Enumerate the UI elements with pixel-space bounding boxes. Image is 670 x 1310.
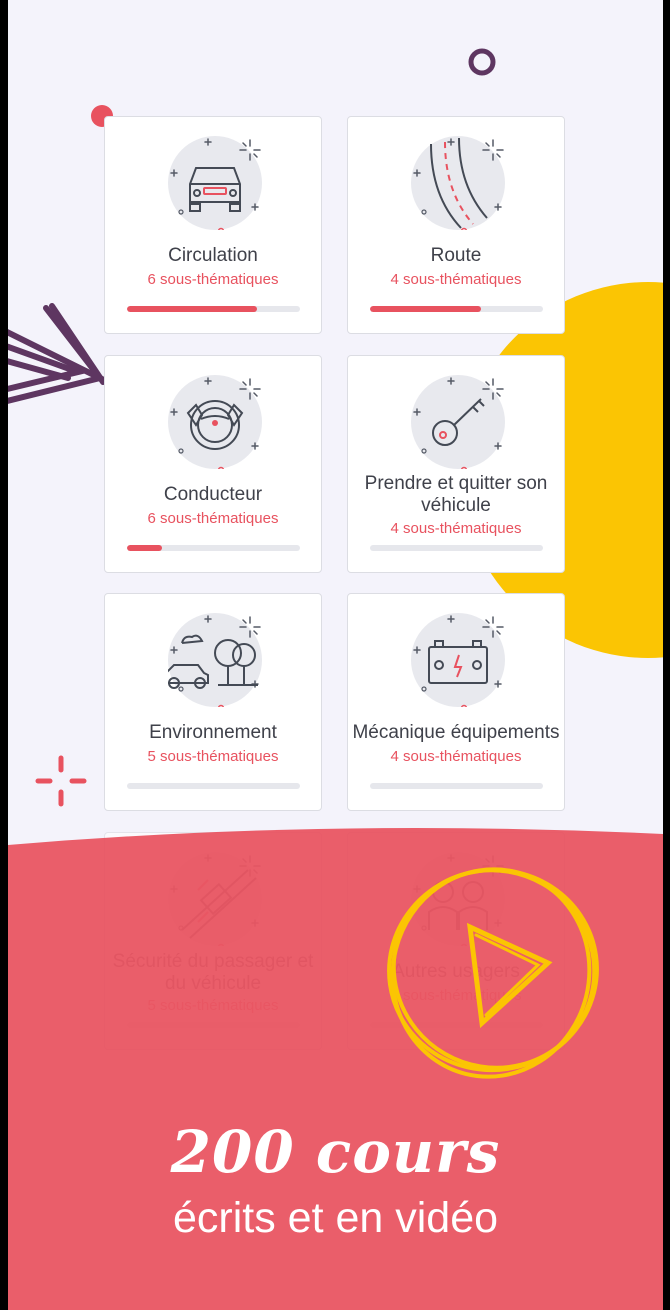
category-title: Sécurité du passager et du véhicule [112,951,314,994]
purple-ring-decoration [468,48,496,76]
category-card[interactable]: Circulation 6 sous-thématiques [104,116,322,334]
category-subtitle: 4 sous-thématiques [390,748,522,765]
purple-arrow-decoration [8,303,109,404]
category-card[interactable]: Sécurité du passager et du véhicule 5 sou… [104,832,322,1050]
progress-bar [370,783,543,789]
category-title: Prendre et quitter son véhicule [364,473,548,516]
promo-headline: 200 cours [170,1118,501,1186]
progress-bar [370,306,543,312]
category-title: Conducteur [163,484,263,505]
progress-bar [370,545,543,551]
progress-fill [127,306,257,312]
app-screen: Circulation 6 sous-thématiques Route 4 sou… [8,0,663,1310]
progress-bar [127,545,300,551]
road-icon [411,136,505,230]
category-subtitle: 5 sous-thématiques [147,748,279,765]
category-title: Mécanique équipements [352,722,560,743]
category-card[interactable]: Environnement 5 sous-thématiques [104,593,322,811]
category-title: Circulation [168,245,258,266]
category-subtitle: 4 sous-thématiques [390,520,522,537]
category-card[interactable]: Prendre et quitter son véhicule 4 sous-th… [347,355,565,573]
category-title: Environnement [149,722,277,743]
progress-fill [370,306,481,312]
red-sparkle-decoration [35,755,87,807]
category-subtitle: 6 sous-thématiques [147,271,279,288]
seatbelt-icon [168,852,262,946]
category-subtitle: 6 sous-thématiques [147,510,279,527]
category-card[interactable]: Conducteur 6 sous-thématiques [104,355,322,573]
steering-wheel-icon [168,375,262,469]
category-card[interactable]: Route 4 sous-thématiques [347,116,565,334]
category-card[interactable]: Mécanique équipements 4 sous-thématiques [347,593,565,811]
category-subtitle: 5 sous-thématiques [147,997,279,1014]
progress-bar [127,306,300,312]
progress-bar [127,1022,300,1028]
environment-icon [168,613,262,707]
promo-subheadline: écrits et en vidéo [172,1194,499,1242]
category-subtitle: 4 sous-thématiques [390,271,522,288]
battery-icon [411,613,505,707]
car-key-icon [411,375,505,469]
play-video-icon[interactable] [378,855,608,1085]
car-front-icon [168,136,262,230]
progress-bar [127,783,300,789]
category-title: Route [430,245,482,266]
progress-fill [127,545,162,551]
